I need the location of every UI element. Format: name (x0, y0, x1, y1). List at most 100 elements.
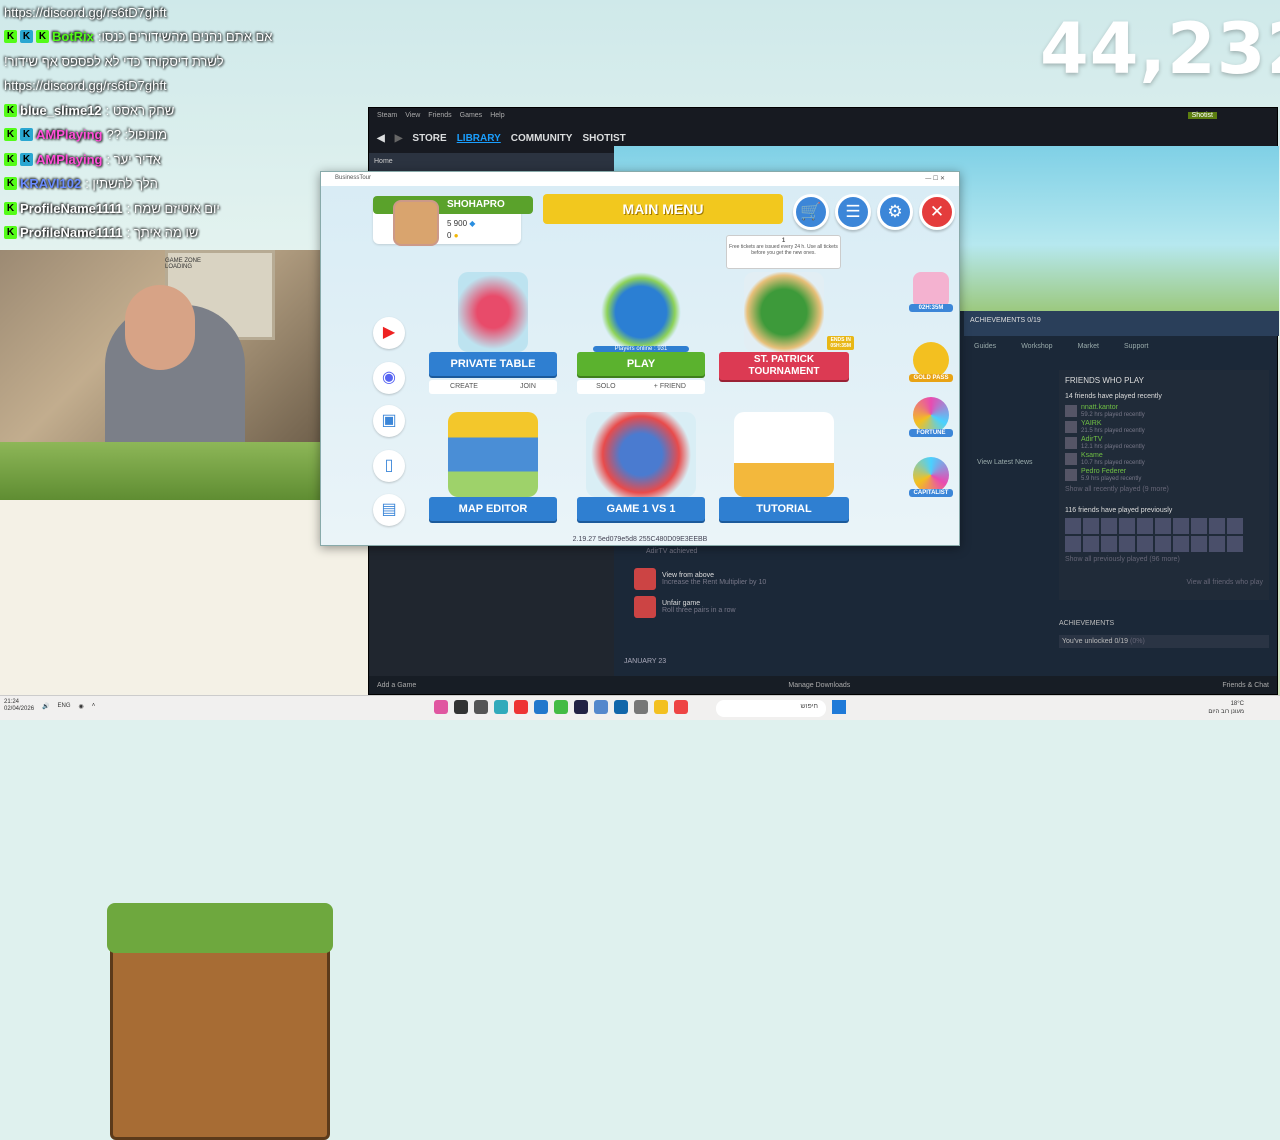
youtube-icon[interactable]: ▶ (373, 317, 405, 349)
fortune-wheel[interactable]: FORTUNE (909, 397, 953, 437)
manage-downloads-button[interactable]: Manage Downloads (788, 682, 850, 689)
menu-steam[interactable]: Steam (377, 112, 397, 119)
friend-row[interactable]: nnatt.kantor 59.2 hrs played recently (1065, 403, 1263, 419)
friend-button[interactable]: + FRIEND (654, 380, 686, 394)
menu-view[interactable]: View (405, 112, 420, 119)
player-profile[interactable]: SHOHAPRO 5 900 ◆ 0 ● (373, 196, 533, 246)
nav-library[interactable]: LIBRARY (457, 133, 501, 144)
app-icon-1[interactable] (434, 700, 448, 714)
globe-icon (601, 272, 681, 352)
add-game-button[interactable]: Add a Game (377, 682, 416, 689)
window-controls[interactable]: — ☐ ✕ (925, 175, 945, 183)
language-indicator[interactable]: ENG (58, 703, 71, 709)
menu-friends[interactable]: Friends (428, 112, 451, 119)
view-latest-news[interactable]: View Latest News (977, 459, 1033, 466)
app-icon-4[interactable] (494, 700, 508, 714)
achievements-bar[interactable]: ACHIEVEMENTS 0/19 (964, 311, 1279, 336)
chat-username[interactable]: ProfileName1111 (20, 201, 123, 216)
steam-user[interactable]: Shotist (1187, 112, 1217, 119)
tab-guides[interactable]: Guides (974, 343, 996, 361)
folder-icon[interactable] (654, 700, 668, 714)
weather-widget[interactable]: 18°C מעונן רוב היום (1208, 700, 1244, 716)
forward-icon[interactable]: ▶ (395, 133, 403, 144)
achievement-item[interactable]: View from above Increase the Rent Multipl… (634, 568, 766, 590)
create-button[interactable]: CREATE (450, 380, 478, 394)
gift-icon[interactable]: ▣ (373, 405, 405, 437)
chat-text: יום אוטיזם שמח : (126, 200, 220, 216)
steam-app-icon[interactable] (614, 700, 628, 714)
app-icon-8[interactable] (574, 700, 588, 714)
solo-button[interactable]: SOLO (596, 380, 615, 394)
friend-row[interactable]: Ksame 10.7 hrs played recently (1065, 451, 1263, 467)
badge-icon: K (4, 30, 17, 44)
app-icon-6[interactable] (534, 700, 548, 714)
app-icon-2[interactable] (454, 700, 468, 714)
tab-support[interactable]: Support (1124, 343, 1149, 361)
chat-username[interactable]: BotRix (52, 29, 94, 44)
coins-value: 0 (447, 231, 452, 240)
tutorial-card[interactable]: TUTORIAL (719, 412, 849, 521)
settings-gear-icon[interactable]: ⚙ (877, 194, 913, 230)
private-table-card[interactable]: PRIVATE TABLE CREATE JOIN (429, 272, 557, 394)
chat-username[interactable]: KRAVI102 (20, 176, 81, 191)
chat-username[interactable]: AMPlaying (36, 152, 102, 167)
menu-games[interactable]: Games (460, 112, 483, 119)
tasks-list-icon[interactable]: ☰ (835, 194, 871, 230)
friends-chat-button[interactable]: Friends & Chat (1222, 682, 1269, 689)
play-card[interactable]: Players online : 931 PLAY SOLO + FRIEND (577, 272, 705, 394)
show-recent-link[interactable]: Show all recently played (9 more) (1065, 486, 1263, 493)
friend-row[interactable]: AdirTV 12.1 hrs played recently (1065, 435, 1263, 451)
chat-username[interactable]: AMPlaying (36, 127, 102, 142)
chat-text: אם אתם נהנים מהשידורים כנסו: (97, 29, 273, 45)
news-icon[interactable]: ▤ (373, 494, 405, 526)
shop-cart-icon[interactable]: 🛒 (793, 194, 829, 230)
close-icon[interactable]: ✕ (919, 194, 955, 230)
friend-row[interactable]: Pedro Federer 5.9 hrs played recently (1065, 467, 1263, 483)
app-icon-9[interactable] (594, 700, 608, 714)
chat-username[interactable]: blue_slime12 (20, 103, 102, 118)
network-icon[interactable]: ◉ (79, 703, 84, 710)
achievement-item[interactable]: Unfair game Roll three pairs in a row (634, 596, 766, 618)
chevron-up-icon[interactable]: ˄ (92, 703, 96, 709)
event-timer-label: 02H:35M (909, 304, 953, 312)
back-icon[interactable]: ◀ (377, 133, 385, 144)
volume-icon[interactable]: 🔊 (42, 703, 49, 710)
app-icon-3[interactable] (474, 700, 488, 714)
event-timer[interactable]: 02H:35M (909, 272, 953, 312)
chat-username[interactable]: ProfileName1111 (20, 225, 123, 240)
library-home[interactable]: Home (369, 153, 614, 173)
tab-workshop[interactable]: Workshop (1021, 343, 1052, 361)
achievement-desc: Increase the Rent Multiplier by 10 (662, 579, 767, 586)
app-icon-11[interactable] (634, 700, 648, 714)
nav-store[interactable]: STORE (412, 133, 446, 144)
business-tour-window: BusinessTour — ☐ ✕ SHOHAPRO 5 900 ◆ 0 ● … (320, 171, 960, 546)
friend-name: nnatt.kantor (1081, 404, 1118, 411)
brave-icon[interactable] (674, 700, 688, 714)
map-editor-card[interactable]: MAP EDITOR (429, 412, 557, 521)
capitalist-wheel[interactable]: CAPITALIST (909, 457, 953, 497)
nav-shotist[interactable]: SHOTIST (582, 133, 625, 144)
game-1v1-label: GAME 1 VS 1 (577, 497, 705, 521)
app-icon-7[interactable] (554, 700, 568, 714)
view-all-friends-link[interactable]: View all friends who play (1065, 579, 1263, 586)
clock[interactable]: 21:24 02/04/2026 (4, 699, 34, 713)
app-icon-5[interactable] (514, 700, 528, 714)
player-avatar[interactable] (393, 200, 439, 246)
join-button[interactable]: JOIN (520, 380, 536, 394)
badge-icon: K (20, 152, 33, 166)
webcam-feed: GAME ZONE LOADING (0, 250, 338, 442)
menu-help[interactable]: Help (490, 112, 504, 119)
steam-menubar: Steam View Friends Games Help Shotist (369, 108, 1277, 123)
show-previous-link[interactable]: Show all previously played (96 more) (1065, 556, 1263, 563)
gold-pass[interactable]: GOLD PASS (909, 342, 953, 382)
badge-icon: K (4, 226, 17, 240)
game-1v1-card[interactable]: GAME 1 VS 1 (577, 412, 705, 521)
tab-market[interactable]: Market (1078, 343, 1099, 361)
taskbar-search[interactable]: חיפוש (716, 700, 826, 717)
mobile-icon[interactable]: ▯ (373, 450, 405, 482)
nav-community[interactable]: COMMUNITY (511, 133, 573, 144)
windows-start-icon[interactable] (832, 700, 846, 714)
discord-icon[interactable]: ◉ (373, 362, 405, 394)
friend-row[interactable]: YAIRK 21.5 hrs played recently (1065, 419, 1263, 435)
st-patrick-card[interactable]: ENDS IN 05H:35M ST. PATRICK TOURNAMENT (719, 272, 854, 380)
